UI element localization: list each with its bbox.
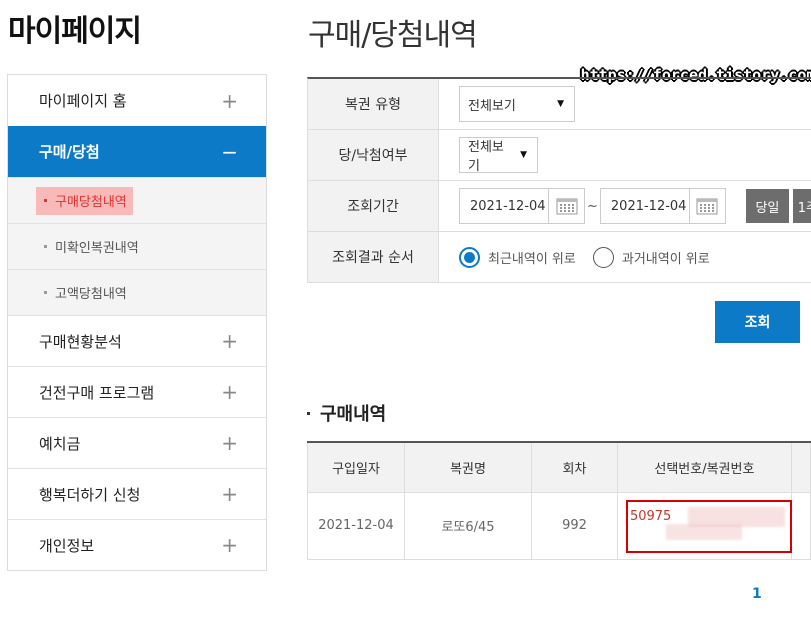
- radio-label: 과거내역이 위로: [621, 251, 710, 267]
- radio-label: 최근내역이 위로: [488, 251, 576, 267]
- caret-down-icon: ▼: [557, 99, 564, 109]
- sidebar-item-mypage-home[interactable]: 마이페이지 홈 +: [8, 75, 266, 126]
- column-header-extra: [790, 442, 811, 493]
- select-value: 전체보기: [468, 98, 516, 114]
- bullet-icon: [307, 411, 310, 415]
- sidebar-item-label: 개인정보: [39, 536, 95, 555]
- filter-row-lottery-type: 복권 유형 전체보기 ▼: [308, 79, 811, 130]
- column-header: 선택번호/복권번호: [616, 442, 792, 493]
- bullet-icon: [44, 199, 47, 202]
- sidebar-subitem-unconfirmed[interactable]: 미확인복권내역: [8, 223, 266, 269]
- sidebar-item-healthy-purchase[interactable]: 건전구매 프로그램 +: [8, 366, 266, 417]
- minus-icon: −: [221, 139, 238, 164]
- sidebar-subitem-high-prize[interactable]: 고액당첨내역: [8, 269, 266, 315]
- sidebar-item-label: 행복더하기 신청: [39, 485, 141, 504]
- sidebar-menu: 마이페이지 홈 + 구매/당첨 − 구매당첨내역 미확인복권내역 고액당첨내역 …: [7, 74, 267, 571]
- today-button[interactable]: 당일: [745, 189, 789, 223]
- plus-icon: +: [221, 329, 238, 353]
- end-date-value: 2021-12-04: [610, 198, 687, 214]
- date-separator: ~: [587, 198, 598, 214]
- sidebar-item-label: 예치금: [39, 434, 81, 453]
- sidebar-subitem-purchase-win-history[interactable]: 구매당첨내역: [8, 177, 266, 223]
- extra-cell: [790, 491, 811, 560]
- sidebar-item-purchase-analysis[interactable]: 구매현황분석 +: [8, 315, 266, 366]
- redacted-area: [665, 523, 742, 540]
- purchase-date-cell: 2021-12-04: [307, 491, 405, 560]
- filter-label: 복권 유형: [308, 79, 439, 129]
- sidebar-item-label: 구매/당첨: [39, 143, 100, 161]
- ticket-number[interactable]: 50975: [630, 509, 671, 524]
- table-header-row: 구입일자 복권명 회차 선택번호/복권번호: [307, 442, 811, 493]
- bullet-icon: [44, 245, 47, 248]
- pagination-current-page[interactable]: 1: [752, 586, 762, 602]
- sidebar-item-label: 건전구매 프로그램: [39, 383, 155, 402]
- column-header: 복권명: [403, 442, 533, 493]
- calendar-icon[interactable]: [688, 189, 725, 223]
- end-date-input[interactable]: 2021-12-04: [599, 188, 726, 224]
- win-status-select[interactable]: 전체보기 ▼: [459, 137, 538, 174]
- filter-label: 당/낙첨여부: [308, 130, 439, 180]
- caret-down-icon: ▼: [520, 150, 527, 160]
- sidebar-item-personal-info[interactable]: 개인정보 +: [8, 519, 266, 570]
- sidebar-item-label: 마이페이지 홈: [39, 92, 127, 110]
- plus-icon: +: [221, 482, 238, 506]
- filter-row-period: 조회기간 2021-12-04 ~ 2021-12-04 당일 1: [308, 181, 811, 232]
- filter-form: 복권 유형 전체보기 ▼ 당/낙첨여부 전체보기 ▼ 조회기간 2021-12-…: [307, 77, 811, 283]
- lottery-type-select[interactable]: 전체보기 ▼: [459, 86, 575, 122]
- one-week-button[interactable]: 1주: [792, 189, 811, 223]
- sidebar-subitem-label: 미확인복권내역: [55, 241, 139, 256]
- start-date-value: 2021-12-04: [470, 198, 546, 214]
- filter-row-win-status: 당/낙첨여부 전체보기 ▼: [308, 130, 811, 181]
- sidebar-item-label: 구매현황분석: [39, 332, 122, 351]
- section-title: 구매내역: [307, 400, 386, 426]
- start-date-input[interactable]: 2021-12-04: [459, 188, 585, 224]
- page-title: 구매/당첨내역: [308, 18, 478, 53]
- plus-icon: +: [221, 380, 238, 404]
- plus-icon: +: [221, 431, 238, 455]
- sidebar-subitem-label: 고액당첨내역: [55, 287, 127, 302]
- ticket-number-cell[interactable]: 50975: [616, 491, 792, 560]
- table-row: 2021-12-04 로또6/45 992 50975: [307, 491, 811, 560]
- sidebar-item-purchase-win[interactable]: 구매/당첨 −: [8, 126, 266, 177]
- sidebar-item-deposit[interactable]: 예치금 +: [8, 417, 266, 468]
- calendar-icon[interactable]: [548, 189, 584, 223]
- purchase-history-table: 구입일자 복권명 회차 선택번호/복권번호 2021-12-04 로또6/45 …: [307, 441, 811, 560]
- select-value: 전체보기: [468, 140, 504, 174]
- plus-icon: +: [221, 533, 238, 557]
- sidebar-subitem-label: 구매당첨내역: [55, 195, 127, 210]
- sidebar-item-happiness-apply[interactable]: 행복더하기 신청 +: [8, 468, 266, 519]
- search-button[interactable]: 조회: [715, 301, 800, 343]
- round-cell: 992: [531, 491, 618, 560]
- lottery-name-cell: 로또6/45: [403, 491, 533, 560]
- column-header: 구입일자: [307, 442, 405, 493]
- sidebar-title: 마이페이지: [8, 14, 142, 49]
- bullet-icon: [44, 291, 47, 294]
- column-header: 회차: [531, 442, 618, 493]
- filter-label: 조회결과 순서: [308, 232, 439, 282]
- filter-row-sort: 조회결과 순서 최근내역이 위로 과거내역이 위로: [308, 232, 811, 283]
- radio-past-first[interactable]: [592, 246, 614, 268]
- plus-icon: +: [221, 88, 238, 113]
- radio-recent-first[interactable]: [459, 246, 480, 268]
- filter-label: 조회기간: [308, 181, 439, 231]
